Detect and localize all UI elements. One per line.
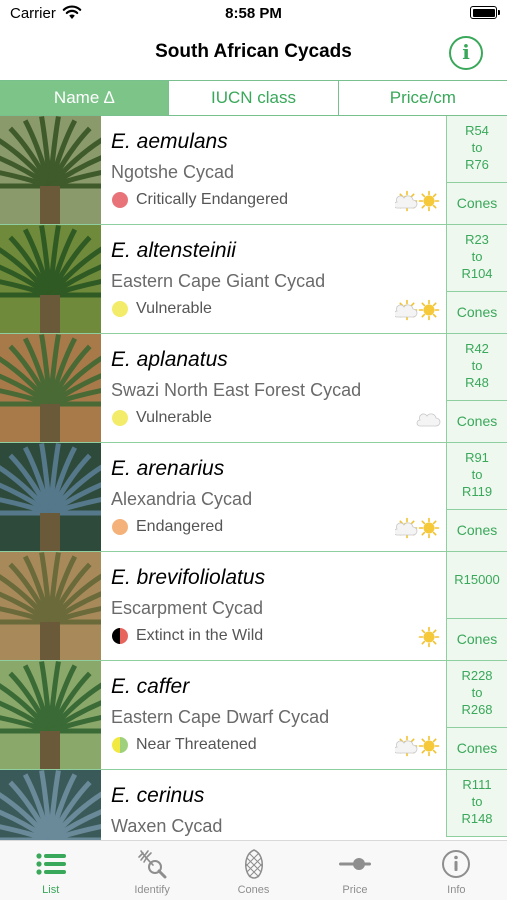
species-list[interactable]: E. aemulans Ngotshe Cycad Critically Endan… — [0, 116, 507, 840]
partly-sunny-icon — [395, 735, 418, 757]
iucn-status-label: Vulnerable — [136, 409, 212, 426]
cycad-photo — [0, 552, 101, 660]
cycad-photo — [0, 225, 101, 333]
iucn-status-dot — [112, 519, 128, 535]
common-name: Escarpment Cycad — [111, 598, 264, 618]
sun-icon — [418, 626, 440, 648]
weather-icons — [395, 190, 440, 212]
species-name: E. cerinus — [111, 784, 205, 807]
iucn-status-dot — [112, 410, 128, 426]
common-name: Eastern Cape Giant Cycad — [111, 271, 326, 291]
common-name: Eastern Cape Dwarf Cycad — [111, 707, 330, 727]
list-icon — [36, 853, 66, 875]
iucn-status-label: Endangered — [136, 518, 224, 535]
cones-button[interactable]: Cones — [446, 728, 507, 769]
common-name: Alexandria Cycad — [111, 489, 253, 509]
price-range-cell[interactable]: R54 to R76 — [446, 116, 507, 183]
weather-icons — [395, 735, 440, 757]
tab-bar: List Identify Cones Price Info — [0, 840, 507, 900]
tab-list[interactable]: List — [0, 841, 101, 900]
species-row[interactable]: E. aplanatus Swazi North East Forest Cyca… — [0, 334, 507, 443]
cycad-photo — [0, 770, 101, 840]
species-row[interactable]: E. cerinus Waxen Cycad R111 to R148 — [0, 770, 507, 840]
species-row[interactable]: E. arenarius Alexandria Cycad Endangered R9… — [0, 443, 507, 552]
cones-button[interactable]: Cones — [446, 401, 507, 442]
species-name: E. aemulans — [111, 130, 228, 153]
price-range-cell[interactable]: R111 to R148 — [446, 770, 507, 837]
weather-icons — [395, 299, 440, 321]
iucn-status-dot — [112, 301, 128, 317]
tab-info-label: Info — [447, 884, 466, 896]
sun-icon — [418, 517, 440, 539]
cone-icon — [244, 849, 263, 879]
cones-button[interactable]: Cones — [446, 510, 507, 551]
cones-button[interactable]: Cones — [446, 619, 507, 660]
partly-sunny-icon — [395, 299, 418, 321]
tab-cones[interactable]: Cones — [203, 841, 304, 900]
price-range-cell[interactable]: R23 to R104 — [446, 225, 507, 292]
weather-icons — [395, 517, 440, 539]
sun-icon — [418, 190, 440, 212]
sun-icon — [418, 299, 440, 321]
iucn-status-dot — [112, 628, 128, 644]
battery-icon — [470, 6, 500, 19]
price-range-cell[interactable]: R228 to R268 — [446, 661, 507, 728]
iucn-status-label: Extinct in the Wild — [136, 627, 264, 644]
sort-segmented-control: Name ∆ IUCN class Price/cm — [0, 80, 507, 116]
cycad-photo — [0, 661, 101, 769]
tab-identify[interactable]: Identify — [101, 841, 202, 900]
price-range-cell[interactable]: R91 to R119 — [446, 443, 507, 510]
tab-info[interactable]: Info — [406, 841, 507, 900]
tab-cones-label: Cones — [237, 884, 270, 896]
sort-by-price-tab[interactable]: Price/cm — [338, 81, 507, 115]
species-name: E. aplanatus — [111, 348, 228, 371]
info-button[interactable]: i — [449, 36, 483, 70]
status-time: 8:58 PM — [225, 5, 282, 22]
cycad-photo — [0, 334, 101, 442]
species-row[interactable]: E. brevifoliolatus Escarpment Cycad Extinc… — [0, 552, 507, 661]
species-name: E. altensteinii — [111, 239, 236, 262]
common-name: Ngotshe Cycad — [111, 162, 235, 182]
cones-button[interactable]: Cones — [446, 183, 507, 224]
iucn-status-label: Critically Endangered — [136, 191, 289, 208]
species-row[interactable]: E. altensteinii Eastern Cape Giant Cycad V… — [0, 225, 507, 334]
info-icon — [442, 850, 471, 878]
iucn-status-dot — [112, 192, 128, 208]
iucn-status-label: Near Threatened — [136, 736, 257, 753]
identify-icon — [138, 850, 167, 879]
tab-identify-label: Identify — [134, 884, 170, 896]
tab-list-label: List — [42, 884, 60, 896]
tab-price-label: Price — [342, 884, 368, 896]
partly-sunny-icon — [395, 190, 418, 212]
cycad-photo — [0, 116, 101, 224]
cloud-icon — [416, 413, 441, 427]
cones-button[interactable]: Cones — [446, 292, 507, 333]
price-range-cell[interactable]: R15000 — [446, 552, 507, 619]
common-name: Swazi North East Forest Cycad — [111, 380, 362, 400]
tab-price[interactable]: Price — [304, 841, 405, 900]
page-title: South African Cycads — [155, 41, 352, 62]
status-bar: Carrier 8:58 PM — [0, 0, 507, 28]
species-name: E. caffer — [111, 675, 190, 698]
partly-sunny-icon — [395, 517, 418, 539]
sort-by-iucn-tab[interactable]: IUCN class — [169, 81, 339, 115]
species-row[interactable]: E. aemulans Ngotshe Cycad Critically Endan… — [0, 116, 507, 225]
cycad-photo — [0, 443, 101, 551]
price-slider-icon — [338, 858, 371, 870]
common-name: Waxen Cycad — [111, 816, 223, 836]
species-row[interactable]: E. caffer Eastern Cape Dwarf Cycad Near Th… — [0, 661, 507, 770]
navigation-bar: South African Cycads i — [0, 28, 507, 80]
sort-by-name-tab[interactable]: Name ∆ — [0, 81, 170, 115]
weather-icons — [418, 626, 440, 648]
species-name: E. brevifoliolatus — [111, 566, 266, 589]
sun-icon — [418, 735, 440, 757]
species-name: E. arenarius — [111, 457, 225, 480]
iucn-status-label: Vulnerable — [136, 300, 212, 317]
iucn-status-dot — [112, 737, 128, 753]
weather-icons — [416, 413, 441, 427]
price-range-cell[interactable]: R42 to R48 — [446, 334, 507, 401]
